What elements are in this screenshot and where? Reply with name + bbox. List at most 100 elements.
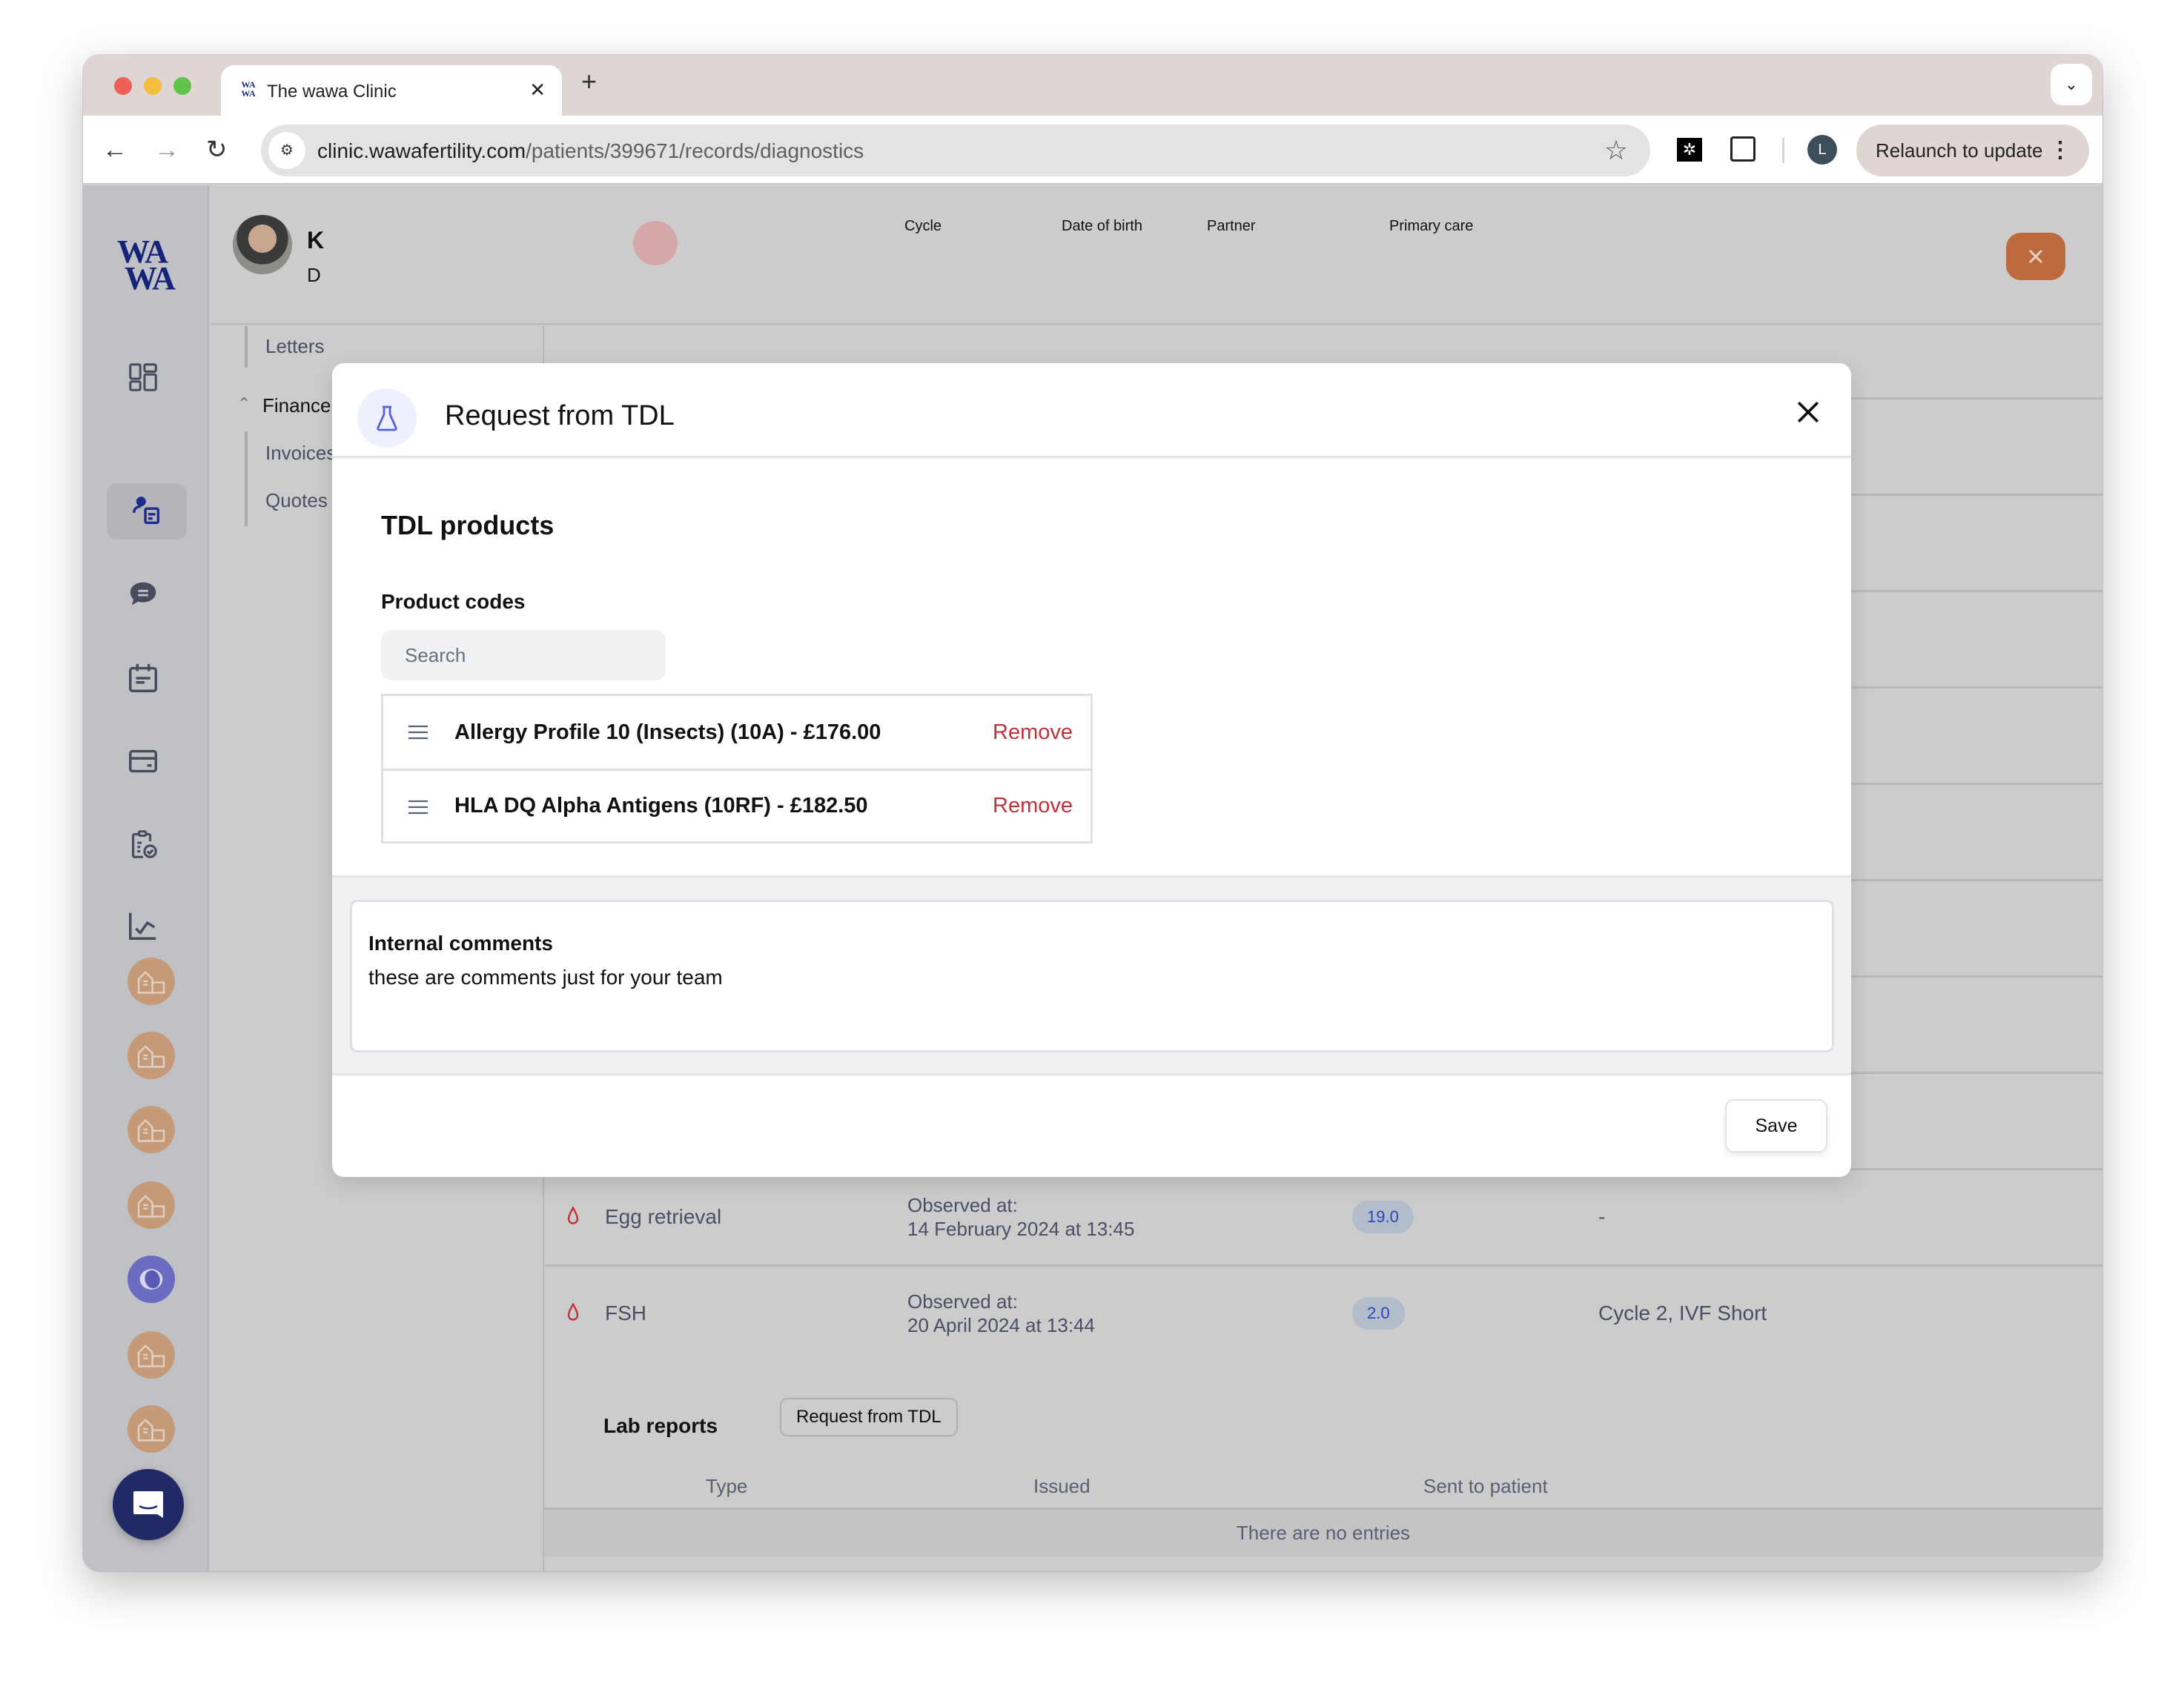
lab-col-issued[interactable]: Issued bbox=[1033, 1475, 1091, 1498]
subnav-group-finance[interactable]: Finance bbox=[262, 394, 331, 417]
comments-section: Internal comments bbox=[332, 875, 1851, 1075]
building-icon bbox=[137, 1344, 165, 1367]
subnav-item-invoices[interactable]: Invoices bbox=[265, 442, 336, 465]
observation-date: Observed at: 20 April 2024 at 13:44 bbox=[907, 1290, 1095, 1337]
request-tdl-modal: Request from TDL TDL products Product co… bbox=[332, 363, 1851, 1177]
browser-tab[interactable]: WA WA The wawa Clinic ✕ bbox=[221, 65, 562, 116]
observation-date: Observed at: 14 February 2024 at 13:45 bbox=[907, 1193, 1134, 1241]
more-menu-icon[interactable]: ⋮ bbox=[2049, 125, 2071, 176]
observed-label: Observed at: bbox=[907, 1290, 1018, 1313]
lab-col-type[interactable]: Type bbox=[706, 1475, 747, 1498]
chat-support-button[interactable] bbox=[113, 1469, 184, 1540]
drag-handle-icon[interactable] bbox=[407, 799, 429, 815]
header-label-primary-care: Primary care bbox=[1389, 218, 1474, 234]
dashboard-icon bbox=[129, 363, 157, 391]
extension-icon[interactable]: ✲ bbox=[1677, 138, 1702, 162]
request-from-tdl-button[interactable]: Request from TDL bbox=[780, 1398, 958, 1436]
relaunch-label: Relaunch to update bbox=[1876, 139, 2043, 162]
observation-row[interactable]: FSH Observed at: 20 April 2024 at 13:44 2… bbox=[544, 1264, 2102, 1361]
subnav-item-quotes[interactable]: Quotes bbox=[265, 489, 328, 512]
site-info-icon[interactable]: ⚙ bbox=[268, 132, 305, 169]
extensions-puzzle-icon[interactable] bbox=[1730, 136, 1756, 162]
remove-product-button[interactable]: Remove bbox=[993, 720, 1073, 745]
url-domain: clinic.wawafertility.com bbox=[317, 139, 526, 162]
sidebar-item-analytics[interactable] bbox=[120, 903, 166, 949]
observation-row[interactable]: Egg retrieval Observed at: 14 February 20… bbox=[544, 1168, 2102, 1264]
bookmark-star-icon[interactable]: ☆ bbox=[1604, 135, 1628, 166]
main-sidebar: WA WA bbox=[83, 185, 209, 1571]
reload-icon[interactable]: ↻ bbox=[206, 135, 228, 165]
chevron-up-icon[interactable]: ⌃ bbox=[237, 394, 251, 414]
subnav-line bbox=[245, 431, 248, 526]
window-maximize-button[interactable] bbox=[173, 77, 191, 95]
status-indicator bbox=[633, 221, 678, 265]
clinic-switch-1[interactable] bbox=[128, 958, 175, 1005]
app-area: WA WA K D Cycle Date of birth Partner Pr… bbox=[83, 185, 2102, 1571]
clinic-o-logo-icon bbox=[139, 1269, 163, 1290]
drag-handle-icon[interactable] bbox=[407, 724, 429, 740]
clinic-switch-4[interactable] bbox=[128, 1181, 175, 1229]
browser-toolbar: ← → ↻ ⚙ clinic.wawafertility.com/patient… bbox=[83, 116, 2102, 185]
relaunch-button[interactable]: Relaunch to update ⋮ bbox=[1856, 125, 2089, 176]
close-icon bbox=[1797, 401, 1819, 423]
toolbar-divider bbox=[1782, 138, 1784, 163]
modal-header: Request from TDL bbox=[332, 363, 1851, 458]
sidebar-item-patients[interactable] bbox=[107, 483, 187, 540]
sidebar-item-dashboard[interactable] bbox=[120, 354, 166, 400]
payment-card-icon bbox=[129, 749, 157, 773]
modal-title: Request from TDL bbox=[445, 400, 675, 431]
observation-name: Egg retrieval bbox=[605, 1205, 722, 1228]
sidebar-item-messages[interactable] bbox=[120, 572, 166, 618]
lab-reports-empty: There are no entries bbox=[544, 1508, 2102, 1556]
tab-bar: WA WA The wawa Clinic ✕ + ⌄ bbox=[83, 55, 2102, 116]
new-tab-button[interactable]: + bbox=[581, 68, 597, 95]
flask-icon-badge bbox=[357, 388, 417, 448]
address-bar[interactable]: ⚙ clinic.wawafertility.com/patients/3996… bbox=[261, 125, 1650, 176]
clinic-switch-5[interactable] bbox=[128, 1256, 175, 1303]
clinic-switch-2[interactable] bbox=[128, 1032, 175, 1079]
flask-icon bbox=[377, 405, 397, 431]
browser-window: WA WA The wawa Clinic ✕ + ⌄ ← → ↻ ⚙ clin… bbox=[83, 55, 2102, 1571]
clinic-switch-7[interactable] bbox=[128, 1405, 175, 1453]
window-minimize-button[interactable] bbox=[144, 77, 162, 95]
observed-at: 20 April 2024 at 13:44 bbox=[907, 1314, 1095, 1336]
internal-comments-label: Internal comments bbox=[368, 932, 553, 955]
subnav-item-letters[interactable]: Letters bbox=[265, 335, 325, 358]
save-button[interactable]: Save bbox=[1725, 1099, 1827, 1153]
tab-close-icon[interactable]: ✕ bbox=[529, 79, 546, 102]
close-patient-button[interactable] bbox=[2006, 233, 2065, 280]
wawa-favicon-icon: WA WA bbox=[241, 79, 256, 99]
calendar-icon bbox=[129, 663, 157, 692]
wawa-logo[interactable]: WA WA bbox=[117, 236, 176, 295]
back-arrow-icon[interactable]: ← bbox=[102, 135, 128, 165]
clinic-switch-3[interactable] bbox=[128, 1106, 175, 1153]
profile-avatar[interactable]: L bbox=[1807, 135, 1837, 165]
patient-records-icon bbox=[133, 497, 160, 525]
modal-close-button[interactable] bbox=[1792, 396, 1824, 428]
internal-comments-textarea[interactable] bbox=[368, 964, 1814, 1038]
product-name: Allergy Profile 10 (Insects) (10A) - £17… bbox=[454, 720, 881, 744]
forward-arrow-icon[interactable]: → bbox=[154, 135, 179, 165]
modal-body: TDL products Product codes Allergy Profi… bbox=[332, 458, 1851, 875]
url-path: /patients/399671/records/diagnostics bbox=[526, 139, 864, 162]
window-close-button[interactable] bbox=[114, 77, 132, 95]
building-icon bbox=[137, 1118, 165, 1142]
close-icon bbox=[2028, 249, 2043, 264]
remove-product-button[interactable]: Remove bbox=[993, 794, 1073, 818]
messages-icon bbox=[130, 582, 156, 606]
blood-drop-icon bbox=[567, 1207, 579, 1224]
lab-reports-title: Lab reports bbox=[603, 1414, 718, 1437]
url-text[interactable]: clinic.wawafertility.com/patients/399671… bbox=[317, 139, 864, 163]
sidebar-item-calendar[interactable] bbox=[120, 655, 166, 701]
sidebar-item-payments[interactable] bbox=[120, 738, 166, 784]
tab-search-chevron-icon[interactable]: ⌄ bbox=[2051, 64, 2092, 105]
selected-products-list: Allergy Profile 10 (Insects) (10A) - £17… bbox=[381, 694, 1093, 843]
sidebar-item-tasks[interactable] bbox=[120, 821, 166, 867]
product-search-input[interactable] bbox=[381, 630, 666, 680]
clinic-switch-6[interactable] bbox=[128, 1331, 175, 1379]
clipboard-check-icon bbox=[132, 830, 157, 858]
subnav-line bbox=[245, 326, 248, 368]
patient-header: K D Cycle Date of birth Partner Primary … bbox=[211, 185, 2102, 325]
patient-avatar[interactable] bbox=[233, 215, 292, 274]
lab-col-sent-to-patient[interactable]: Sent to patient bbox=[1423, 1475, 1548, 1498]
